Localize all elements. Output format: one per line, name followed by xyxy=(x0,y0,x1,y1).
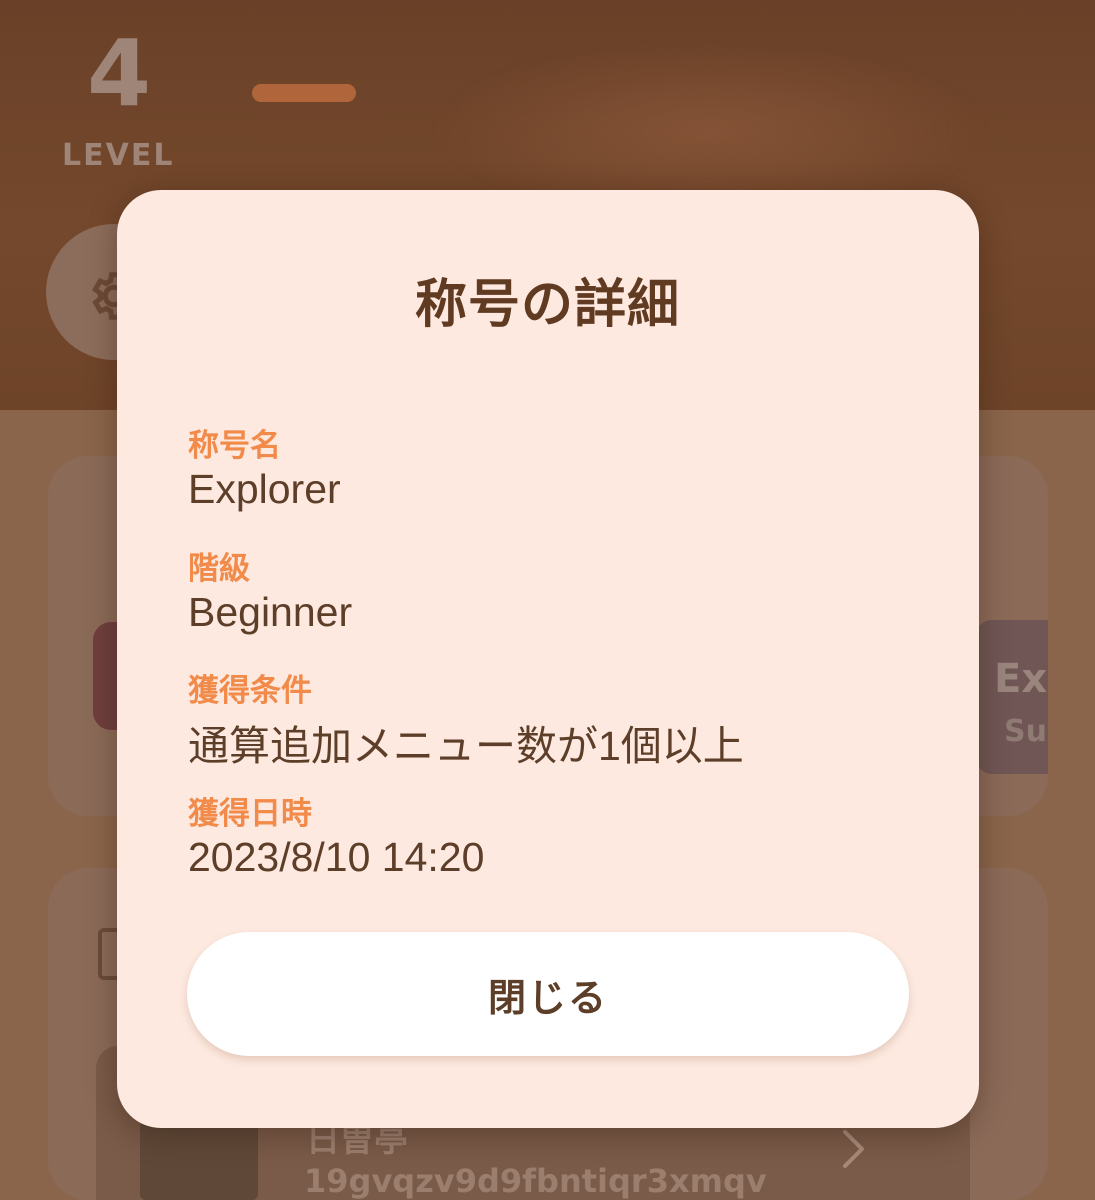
level-progress-bar xyxy=(252,84,356,102)
title-chip-explorer[interactable]: Ex Su xyxy=(976,620,1048,774)
level-label: LEVEL xyxy=(62,138,175,173)
dialog-title: 称号の詳細 xyxy=(414,275,680,335)
level-number: 4 xyxy=(86,20,151,127)
chevron-right-icon xyxy=(843,1130,864,1168)
rank-value: Beginner xyxy=(188,589,353,635)
acquired-datetime-value: 2023/8/10 14:20 xyxy=(188,834,485,880)
title-chip-sublabel: Su xyxy=(1004,714,1047,749)
acquired-datetime-label: 獲得日時 xyxy=(188,796,312,832)
title-name-label: 称号名 xyxy=(188,428,281,464)
rank-label: 階級 xyxy=(188,551,250,587)
acquisition-condition-value: 通算追加メニュー数が1個以上 xyxy=(188,723,744,769)
list-item-id: 19gvqzv9d9fbntiqr3xmqv xyxy=(304,1162,767,1200)
close-button[interactable]: 閉じる xyxy=(187,932,909,1056)
acquisition-condition-label: 獲得条件 xyxy=(188,673,312,709)
title-name-value: Explorer xyxy=(188,466,341,512)
title-chip-label: Ex xyxy=(994,656,1048,702)
